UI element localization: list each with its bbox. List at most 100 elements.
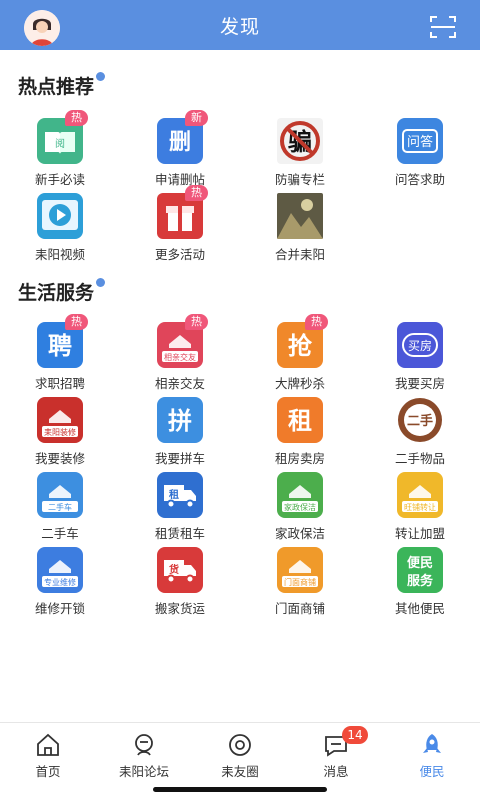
service-item-moving[interactable]: 货搬家货运 — [120, 547, 240, 621]
service-item-label: 新手必读 — [34, 172, 85, 187]
tab-home[interactable]: 首页 — [0, 731, 96, 781]
service-item-video-play[interactable]: 耒阳视频 — [0, 193, 120, 267]
merge-photo-icon — [277, 193, 323, 239]
service-item-dating[interactable]: 相亲交友 热相亲交友 — [120, 314, 240, 396]
service-item-label: 二手物品 — [394, 451, 445, 466]
section-title-life: 生活服务 — [18, 282, 95, 304]
repair-icon: 专业维修 — [37, 547, 83, 593]
service-item-delete-post[interactable]: 删新申请删帖 — [120, 110, 240, 192]
gift-icon: 热 — [157, 185, 208, 239]
hot-tag: 热 — [305, 314, 328, 330]
home-indicator — [153, 787, 327, 792]
service-item-merge-photo[interactable]: 合并耒阳 — [240, 193, 360, 267]
svg-text:家政保洁: 家政保洁 — [284, 502, 316, 512]
service-item-label: 租房卖房 — [274, 451, 325, 466]
svg-text:问答: 问答 — [407, 134, 433, 150]
service-item-housekeeping[interactable]: 家政保洁 家政保洁 — [240, 472, 360, 546]
tab-message[interactable]: 消息 14 — [288, 726, 384, 781]
service-item-label: 家政保洁 — [274, 526, 325, 541]
svg-text:相亲交友: 相亲交友 — [164, 352, 196, 362]
rent-house-icon: 租 — [277, 397, 323, 443]
svg-text:专业维修: 专业维修 — [44, 577, 76, 587]
tab-forum[interactable]: 耒阳论坛 — [96, 731, 192, 781]
service-item-book[interactable]: 阅热新手必读 — [0, 110, 120, 192]
svg-text:服务: 服务 — [407, 573, 434, 589]
avatar[interactable] — [24, 10, 60, 46]
svg-text:耒阳装修: 耒阳装修 — [44, 427, 76, 437]
shop-transfer-icon: 旺铺转让 — [397, 472, 443, 518]
hot-tag: 热 — [65, 314, 88, 330]
second-hand-icon: 二手 — [397, 397, 443, 443]
service-item-label: 搬家货运 — [154, 601, 205, 616]
section-title-hot: 热点推荐 — [18, 76, 95, 98]
service-item-decoration[interactable]: 耒阳装修 我要装修 — [0, 397, 120, 471]
service-item-label: 问答求助 — [394, 172, 445, 187]
service-item-rent-house[interactable]: 租租房卖房 — [240, 397, 360, 471]
video-play-icon — [37, 193, 83, 239]
service-item-label: 防骗专栏 — [274, 172, 325, 187]
buy-house-icon: 买房 — [397, 322, 443, 368]
truck-rental-icon: 租 — [157, 472, 203, 518]
service-item-anti-fraud[interactable]: 骗防骗专栏 — [240, 118, 360, 192]
moments-icon — [229, 734, 251, 756]
service-item-storefront[interactable]: 门面商铺 门面商铺 — [240, 547, 360, 621]
anti-fraud-icon: 骗 — [277, 118, 323, 164]
svg-text:买房: 买房 — [408, 338, 432, 353]
svg-text:货: 货 — [169, 563, 179, 576]
service-item-label: 租赁租车 — [154, 526, 205, 541]
service-item-label: 申请删帖 — [154, 172, 205, 187]
section-dot — [96, 72, 105, 81]
convenience-icon: 便民 服务 — [397, 547, 443, 593]
decoration-icon: 耒阳装修 — [37, 397, 83, 443]
moving-icon: 货 — [157, 547, 203, 593]
svg-text:租: 租 — [169, 488, 179, 501]
service-item-label: 我要拼车 — [154, 451, 205, 466]
service-item-gift[interactable]: 热更多活动 — [120, 185, 240, 267]
tab-moments[interactable]: 耒友圈 — [192, 731, 288, 781]
service-item-flash-sale[interactable]: 抢热大牌秒杀 — [240, 314, 360, 396]
page-title: 发现 — [219, 15, 260, 38]
service-item-job[interactable]: 聘热求职招聘 — [0, 314, 120, 396]
hot-tag: 热 — [65, 110, 88, 126]
service-item-carpool[interactable]: 拼我要拼车 — [120, 397, 240, 471]
tab-rocket[interactable]: 便民 — [384, 731, 480, 781]
delete-post-icon: 删新 — [157, 110, 208, 164]
rocket-icon — [423, 734, 441, 753]
tab-label: 消息 — [323, 764, 349, 779]
svg-text:门面商铺: 门面商铺 — [284, 577, 316, 587]
svg-text:租: 租 — [288, 407, 312, 435]
service-item-repair[interactable]: 专业维修 维修开锁 — [0, 547, 120, 621]
service-item-label: 更多活动 — [154, 247, 205, 262]
service-item-truck-rental[interactable]: 租租赁租车 — [120, 472, 240, 546]
tab-label: 便民 — [419, 764, 445, 779]
storefront-icon: 门面商铺 — [277, 547, 323, 593]
service-item-second-hand[interactable]: 二手 二手物品 — [360, 397, 480, 471]
used-car-icon: 二手车 — [37, 472, 83, 518]
svg-text:抢: 抢 — [288, 332, 313, 360]
flash-sale-icon: 抢热 — [277, 314, 328, 368]
scan-icon[interactable] — [430, 15, 456, 39]
tab-label: 耒阳论坛 — [118, 764, 169, 779]
section-dot — [96, 278, 105, 287]
service-item-convenience[interactable]: 便民 服务 其他便民 — [360, 547, 480, 621]
qa-icon: 问答 — [397, 118, 443, 164]
svg-text:二手: 二手 — [407, 413, 433, 429]
svg-text:删: 删 — [169, 130, 191, 155]
carpool-icon: 拼 — [157, 397, 203, 443]
service-item-label: 合并耒阳 — [274, 247, 325, 262]
service-item-used-car[interactable]: 二手车 二手车 — [0, 472, 120, 546]
service-item-qa[interactable]: 问答 问答求助 — [360, 118, 480, 192]
hot-tag: 热 — [185, 185, 208, 201]
dating-icon: 相亲交友 热 — [157, 314, 208, 368]
tab-label: 首页 — [35, 764, 61, 779]
service-item-label: 我要买房 — [394, 376, 445, 391]
service-item-label: 求职招聘 — [34, 376, 85, 391]
service-item-buy-house[interactable]: 买房 我要买房 — [360, 322, 480, 396]
service-item-label: 我要装修 — [34, 451, 85, 466]
service-item-label: 相亲交友 — [154, 376, 205, 391]
svg-text:二手车: 二手车 — [48, 502, 72, 512]
service-item-label: 其他便民 — [394, 601, 445, 616]
service-item-label: 大牌秒杀 — [274, 376, 325, 391]
service-item-shop-transfer[interactable]: 旺铺转让 转让加盟 — [360, 472, 480, 546]
top-bar: 发现 — [0, 0, 480, 50]
